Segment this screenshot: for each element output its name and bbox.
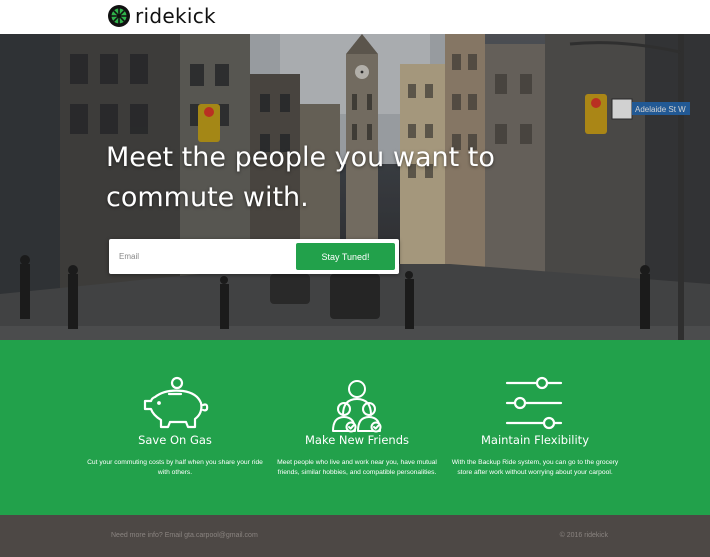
- piggy-bank-icon: [143, 376, 209, 429]
- email-input[interactable]: [109, 239, 295, 274]
- site-header: ridekick: [0, 0, 710, 34]
- friends-icon: [332, 380, 382, 433]
- hero-headline: Meet the people you want to commute with…: [106, 142, 495, 213]
- site-footer: Need more info? Email gta.carpool@gmail.…: [0, 515, 710, 557]
- sliders-icon: [505, 376, 563, 430]
- feature-text: Cut your commuting costs by half when yo…: [87, 459, 263, 476]
- contact-info: Need more info? Email gta.carpool@gmail.…: [111, 532, 258, 539]
- brand-name: ridekick: [135, 4, 216, 28]
- signup-form: Stay Tuned!: [109, 239, 399, 274]
- feature-title: Make New Friends: [304, 433, 410, 447]
- logo[interactable]: ridekick: [107, 4, 216, 28]
- stay-tuned-button[interactable]: Stay Tuned!: [296, 243, 395, 270]
- feature-title: Save On Gas: [138, 433, 212, 447]
- feature-text: With the Backup Ride system, you can go …: [451, 459, 619, 476]
- feature-text: Meet people who live and work near you, …: [277, 459, 437, 476]
- copyright: © 2016 ridekick: [559, 532, 608, 539]
- hero-section: Adelaide St W Meet the people you want t…: [0, 34, 710, 340]
- feature-title: Maintain Flexibility: [480, 433, 590, 447]
- ridekick-logo-icon: [108, 5, 130, 27]
- features-section: Save On Gas Cut your commuting costs by …: [0, 340, 710, 515]
